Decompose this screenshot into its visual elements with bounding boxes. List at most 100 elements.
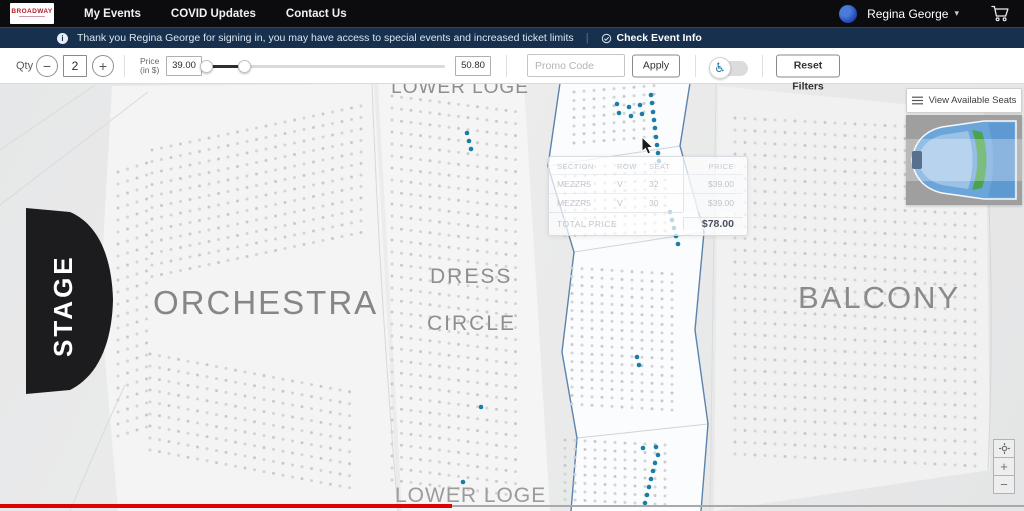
qty-value: 2 — [63, 55, 87, 77]
seat-dot-unavailable — [400, 204, 403, 207]
seat-dot-available[interactable] — [654, 445, 659, 450]
seat-dot-unavailable — [573, 116, 576, 119]
seat-dot-available[interactable] — [635, 355, 640, 360]
seat-dot-unavailable — [774, 167, 777, 170]
user-avatar[interactable] — [839, 5, 857, 23]
accessibility-toggle[interactable]: ♿ — [712, 61, 748, 76]
qty-increase-button[interactable]: + — [92, 55, 114, 77]
price-min-input[interactable]: 39.00 — [166, 56, 202, 76]
price-slider-handle-max[interactable] — [238, 60, 251, 73]
qty-decrease-button[interactable]: − — [36, 55, 58, 77]
seat-dot-unavailable — [457, 439, 460, 442]
seat-dot-available[interactable] — [651, 469, 656, 474]
dress-circle-section-shape[interactable] — [378, 84, 550, 511]
apply-button[interactable]: Apply — [632, 54, 680, 77]
seat-dot-available[interactable] — [651, 110, 656, 115]
seat-dot-available[interactable] — [645, 493, 650, 498]
promo-code-input[interactable] — [527, 54, 625, 77]
reset-view-button[interactable] — [993, 439, 1015, 458]
seat-dot-unavailable — [179, 258, 182, 261]
seat-dot-unavailable — [774, 419, 777, 422]
seat-dot-unavailable — [291, 428, 294, 431]
zoom-out-button[interactable]: − — [993, 475, 1015, 494]
seat-dot-unavailable — [571, 326, 574, 329]
seat-dot-available[interactable] — [655, 143, 660, 148]
seat-dot-unavailable — [594, 474, 597, 477]
seat-dot-unavailable — [198, 150, 201, 153]
seat-dot-available[interactable] — [656, 453, 661, 458]
seat-dot-available[interactable] — [656, 151, 661, 156]
seat-dot-unavailable — [864, 123, 867, 126]
minimap-viewport[interactable] — [906, 139, 1022, 181]
seat-map[interactable]: STAGE LOWER LOGE ORCHESTRA DRESS CIRCLE … — [0, 84, 1024, 511]
price-slider-handle-min[interactable] — [200, 60, 213, 73]
user-menu[interactable]: Regina George ▾ — [867, 7, 959, 21]
seat-dot-available[interactable] — [637, 363, 642, 368]
video-progress-bar[interactable] — [0, 504, 452, 508]
seat-dot-unavailable — [429, 375, 432, 378]
seat-dot-unavailable — [253, 372, 256, 375]
seat-dot-unavailable — [864, 327, 867, 330]
seat-dot-unavailable — [584, 474, 587, 477]
nav-item-my-events[interactable]: My Events — [84, 8, 141, 20]
seat-dot-available[interactable] — [479, 405, 484, 410]
seat-dot-unavailable — [476, 357, 479, 360]
seat-dot-unavailable — [593, 114, 596, 117]
seat-dot-unavailable — [834, 206, 837, 209]
seat-dot-unavailable — [564, 473, 567, 476]
seat-dot-available[interactable] — [649, 477, 654, 482]
reset-filters-button[interactable]: Reset Filters — [776, 54, 840, 77]
seat-dot-unavailable — [814, 241, 817, 244]
seat-dot-available[interactable] — [653, 461, 658, 466]
seat-dot-unavailable — [341, 155, 344, 158]
view-available-seats-button[interactable]: View Available Seats — [906, 88, 1022, 113]
seat-dot-unavailable — [486, 443, 489, 446]
seat-dot-unavailable — [236, 234, 239, 237]
seat-dot-unavailable — [255, 207, 258, 210]
seat-dot-unavailable — [784, 407, 787, 410]
seat-dot-available[interactable] — [650, 101, 655, 106]
seat-dot-unavailable — [253, 444, 256, 447]
nav-item-contact-us[interactable]: Contact Us — [286, 8, 347, 20]
seat-dot-unavailable — [653, 84, 656, 87]
broadway-logo[interactable]: BROADWAY — [10, 3, 54, 24]
seat-dot-available[interactable] — [676, 242, 681, 247]
seat-dot-unavailable — [804, 384, 807, 387]
seat-dot-available[interactable] — [647, 485, 652, 490]
zoom-in-button[interactable]: + — [993, 457, 1015, 476]
seat-dot-unavailable — [631, 270, 634, 273]
seat-dot-unavailable — [834, 338, 837, 341]
minimap-overview[interactable] — [906, 115, 1022, 205]
seat-dot-available[interactable] — [617, 111, 622, 116]
loge-strip-section-shape[interactable] — [548, 84, 708, 511]
seat-dot-unavailable — [126, 204, 129, 207]
seat-dot-available[interactable] — [615, 102, 620, 107]
seat-dot-unavailable — [794, 168, 797, 171]
seat-dot-available[interactable] — [653, 126, 658, 131]
seat-dot-unavailable — [581, 344, 584, 347]
seat-dot-available[interactable] — [629, 114, 634, 119]
seat-dot-available[interactable] — [652, 118, 657, 123]
cart-icon[interactable] — [991, 5, 1010, 22]
seat-dot-available[interactable] — [465, 131, 470, 136]
tooltip-total-value: $78.00 — [683, 217, 743, 230]
seat-dot-available[interactable] — [469, 147, 474, 152]
seat-dot-unavailable — [934, 379, 937, 382]
seat-dot-available[interactable] — [640, 112, 645, 117]
seat-dot-available[interactable] — [638, 103, 643, 108]
seat-dot-unavailable — [448, 390, 451, 393]
seat-dot-available[interactable] — [467, 139, 472, 144]
seat-dot-unavailable — [584, 499, 587, 502]
seat-dot-available[interactable] — [649, 93, 654, 98]
seat-dot-unavailable — [272, 388, 275, 391]
check-event-info-link[interactable]: Check Event Info — [601, 32, 702, 44]
seat-dot-unavailable — [429, 207, 432, 210]
seat-dot-available[interactable] — [627, 105, 632, 110]
seat-dot-unavailable — [754, 262, 757, 265]
nav-item-covid-updates[interactable]: COVID Updates — [171, 8, 256, 20]
seat-dot-unavailable — [844, 362, 847, 365]
seat-dot-available[interactable] — [641, 446, 646, 451]
price-slider-track[interactable] — [207, 65, 445, 68]
price-max-input[interactable]: 50.80 — [455, 56, 491, 76]
seat-dot-unavailable — [505, 385, 508, 388]
